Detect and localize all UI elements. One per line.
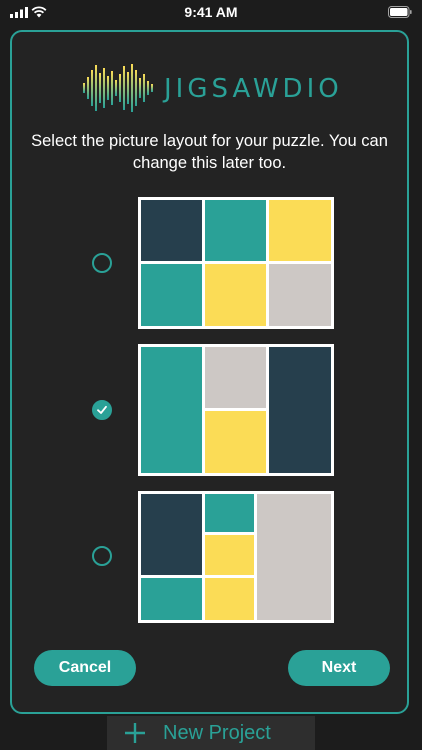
- layout-preview-grid[interactable]: [138, 197, 334, 329]
- layout-preview-columns[interactable]: [138, 344, 334, 476]
- layout-tile: [141, 494, 202, 575]
- battery-icon: [388, 6, 412, 18]
- soundwave-logo-icon: [83, 64, 153, 112]
- layout-preview-mosaic[interactable]: [138, 491, 334, 623]
- logo-text: JIGSAWDIO: [164, 74, 343, 104]
- layout-option-grid-radio[interactable]: [92, 253, 112, 273]
- cancel-button[interactable]: Cancel: [34, 650, 136, 686]
- layout-option-mosaic-radio[interactable]: [92, 546, 112, 566]
- layout-option-columns[interactable]: [12, 344, 407, 476]
- layout-tile: [141, 347, 202, 473]
- checkmark-icon: [97, 405, 107, 414]
- layout-tile: [205, 494, 254, 532]
- layout-picker-dialog: JIGSAWDIO Select the picture layout for …: [10, 30, 409, 714]
- layout-tile: [205, 411, 266, 473]
- layout-option-columns-radio[interactable]: [92, 400, 112, 420]
- layout-tile: [141, 200, 202, 261]
- layout-tile: [141, 264, 202, 326]
- layout-tile: [205, 264, 266, 326]
- layout-option-grid[interactable]: [12, 197, 407, 329]
- layout-tile: [269, 264, 331, 326]
- layout-tile: [205, 200, 266, 261]
- status-bar: 9:41 AM: [0, 0, 422, 24]
- new-project-button[interactable]: New Project: [107, 716, 315, 750]
- layout-tile: [269, 347, 331, 473]
- app-logo: JIGSAWDIO: [82, 62, 352, 114]
- plus-icon: [125, 723, 145, 743]
- layout-tile: [205, 578, 254, 620]
- layout-option-mosaic[interactable]: [12, 491, 407, 623]
- layout-tile: [269, 200, 331, 261]
- layout-tile: [205, 535, 254, 575]
- layout-tile: [257, 494, 331, 620]
- layout-tile: [205, 347, 266, 408]
- status-time: 9:41 AM: [184, 4, 238, 20]
- next-button[interactable]: Next: [288, 650, 390, 686]
- instructions-text: Select the picture layout for your puzzl…: [31, 132, 388, 172]
- layout-tile: [141, 578, 202, 620]
- new-project-label: New Project: [163, 722, 271, 744]
